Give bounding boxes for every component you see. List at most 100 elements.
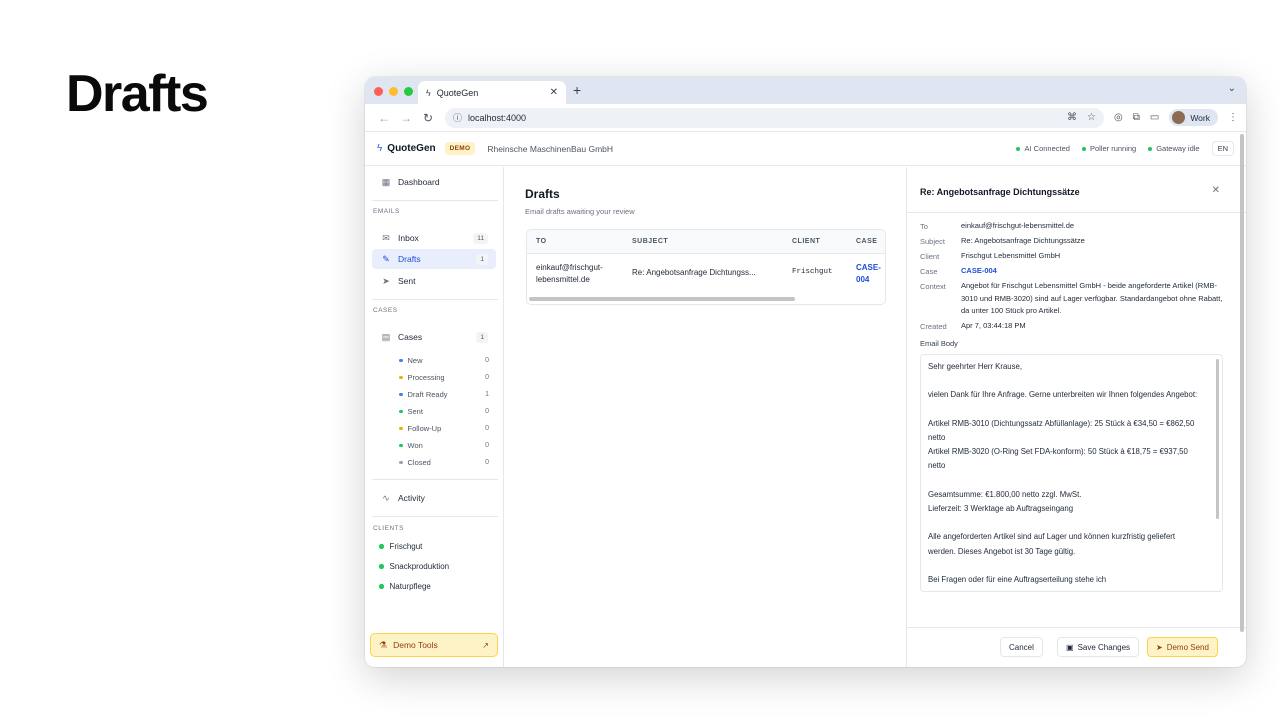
cases-count-badge: 1 xyxy=(476,331,488,343)
case-status-processing[interactable]: Processing 0 xyxy=(399,373,489,382)
sidebar-item-sent[interactable]: ➤ Sent xyxy=(372,271,496,291)
case-link-line1: CASE- xyxy=(856,263,881,272)
reload-icon[interactable]: ↻ xyxy=(417,111,439,125)
body-line xyxy=(928,403,1204,417)
divider xyxy=(907,212,1246,213)
new-tab-icon[interactable]: + xyxy=(573,82,581,98)
body-line: Lieferzeit: 3 Werktage ab Auftragseingan… xyxy=(928,503,1074,513)
cell-subject: Re: Angebotsanfrage Dichtungss... xyxy=(632,268,756,277)
cancel-button[interactable]: Cancel xyxy=(1000,637,1043,657)
body-line: Gesamtsumme: €1.800,00 netto zzgl. MwSt. xyxy=(928,489,1082,499)
language-switch[interactable]: EN xyxy=(1211,141,1234,156)
client-dot xyxy=(379,564,384,569)
case-status-follow-up[interactable]: Follow-Up 0 xyxy=(399,424,489,433)
drafts-table: TO SUBJECT CLIENT CASE einkauf@frischgut… xyxy=(526,229,886,305)
status-dot xyxy=(1016,146,1021,151)
sidebar-item-activity[interactable]: ∿ Activity xyxy=(372,488,496,508)
status-dot xyxy=(1148,146,1153,151)
case-status-closed[interactable]: Closed 0 xyxy=(399,458,489,467)
column-header-to[interactable]: TO xyxy=(536,238,547,245)
case-link-line2: 004 xyxy=(856,275,870,284)
client-label: Naturpflege xyxy=(389,582,431,591)
case-status-draft-ready[interactable]: Draft Ready 1 xyxy=(399,390,489,399)
body-line: Sehr geehrter Herr Krause, xyxy=(928,362,1023,371)
sidepanel-icon[interactable]: ▭ xyxy=(1150,112,1159,123)
sidebar-item-label: Drafts xyxy=(398,254,421,264)
mail-icon: ✉ xyxy=(382,232,390,243)
label-email-body: Email Body xyxy=(920,339,958,348)
address-bar[interactable]: ⓘ localhost:4000 ⌘ ☆ xyxy=(445,107,1104,128)
sidebar-item-drafts[interactable]: ✎ Drafts 1 xyxy=(372,249,496,269)
bookmark-star-icon[interactable]: ☆ xyxy=(1087,112,1096,123)
section-label-cases: CASES xyxy=(373,307,398,314)
site-info-icon[interactable]: ⓘ xyxy=(453,111,462,124)
cell-to-line1: einkauf@frischgut- xyxy=(536,263,603,272)
sidebar-item-label: Sent xyxy=(398,276,416,286)
send-label: Demo Send xyxy=(1166,642,1209,652)
maximize-window-button[interactable] xyxy=(404,87,413,96)
close-window-button[interactable] xyxy=(374,87,383,96)
back-icon[interactable]: ← xyxy=(373,111,395,125)
sidebar-item-cases[interactable]: ▤ Cases 1 xyxy=(372,327,496,347)
sidebar: ▦ Dashboard EMAILS ✉ Inbox 11 ✎ Drafts 1… xyxy=(365,167,504,667)
system-status: AI Connected Poller running Gateway idle… xyxy=(1016,141,1234,156)
tab-strip: ϟ QuoteGen ✕ + ⌄ xyxy=(365,77,1246,104)
flask-icon: ⚗ xyxy=(379,639,388,650)
sidebar-item-inbox[interactable]: ✉ Inbox 11 xyxy=(372,228,496,248)
case-status-label: New xyxy=(407,356,423,365)
table-horizontal-scrollbar[interactable] xyxy=(529,297,795,301)
sidebar-client-frischgut[interactable]: Frischgut xyxy=(379,542,422,551)
body-scrollbar[interactable] xyxy=(1216,359,1219,519)
save-label: Save Changes xyxy=(1077,642,1131,652)
bolt-logo-icon: ϟ xyxy=(377,143,383,154)
save-changes-button[interactable]: ▣ Save Changes xyxy=(1057,637,1140,657)
menu-kebab-icon[interactable]: ⋮ xyxy=(1228,112,1238,123)
value-context: Angebot für Frischgut Lebensmittel GmbH … xyxy=(961,281,1223,315)
column-header-client[interactable]: CLIENT xyxy=(792,238,820,245)
app-logo[interactable]: QuoteGen xyxy=(387,143,435,154)
url-text: localhost:4000 xyxy=(468,112,527,123)
briefcase-icon: ▤ xyxy=(381,331,391,342)
status-dot xyxy=(399,375,403,380)
case-link[interactable]: CASE-004 xyxy=(961,265,1231,278)
case-status-count: 0 xyxy=(485,425,489,432)
case-status-label: Processing xyxy=(407,373,445,382)
tab-search-chevron-icon[interactable]: ⌄ xyxy=(1228,83,1236,94)
draft-detail-panel: Re: Angebotsanfrage Dichtungssätze ✕ To … xyxy=(906,167,1246,667)
profile-button[interactable]: Work xyxy=(1169,109,1218,126)
sidebar-item-label: Inbox xyxy=(398,233,419,243)
label-created: Created xyxy=(920,322,947,331)
tab-close-icon[interactable]: ✕ xyxy=(550,87,558,98)
email-body-textarea[interactable]: Sehr geehrter Herr Krause, vielen Dank f… xyxy=(920,354,1223,592)
puzzle-icon[interactable]: ⧉ xyxy=(1133,112,1140,123)
demo-tools-button[interactable]: ⚗ Demo Tools ↗ xyxy=(370,633,498,657)
forward-icon[interactable]: → xyxy=(395,111,417,125)
window-scrollbar[interactable] xyxy=(1240,134,1244,632)
sidebar-item-label: Dashboard xyxy=(398,177,440,187)
table-row[interactable]: einkauf@frischgut- lebensmittel.de Re: A… xyxy=(527,254,885,294)
status-dot xyxy=(399,443,403,448)
extension-icon[interactable]: ◎ xyxy=(1114,112,1123,123)
close-icon[interactable]: ✕ xyxy=(1212,185,1220,196)
body-line xyxy=(928,559,1204,573)
page-subtitle: Email drafts awaiting your review xyxy=(525,207,635,216)
sidebar-client-snackproduktion[interactable]: Snackproduktion xyxy=(379,562,449,571)
status-dot xyxy=(399,392,403,397)
case-status-new[interactable]: New 0 xyxy=(399,356,489,365)
profile-name: Work xyxy=(1190,112,1210,123)
panel-footer: Cancel ▣ Save Changes ➤ Demo Send xyxy=(907,627,1246,667)
status-dot xyxy=(1081,146,1086,151)
sidebar-client-naturpflege[interactable]: Naturpflege xyxy=(379,582,431,591)
translate-icon[interactable]: ⌘ xyxy=(1067,112,1077,123)
drafts-count-badge: 1 xyxy=(476,253,488,265)
sidebar-item-dashboard[interactable]: ▦ Dashboard xyxy=(372,172,496,192)
body-line: Alle angeforderten Artikel sind auf Lage… xyxy=(928,532,1178,556)
case-status-won[interactable]: Won 0 xyxy=(399,441,489,450)
column-header-case[interactable]: CASE xyxy=(856,238,877,245)
case-link[interactable]: CASE- 004 xyxy=(856,262,881,286)
browser-tab[interactable]: ϟ QuoteGen ✕ xyxy=(418,81,566,104)
minimize-window-button[interactable] xyxy=(389,87,398,96)
demo-send-button[interactable]: ➤ Demo Send xyxy=(1147,637,1218,657)
column-header-subject[interactable]: SUBJECT xyxy=(632,238,668,245)
case-status-sent[interactable]: Sent 0 xyxy=(399,407,489,416)
